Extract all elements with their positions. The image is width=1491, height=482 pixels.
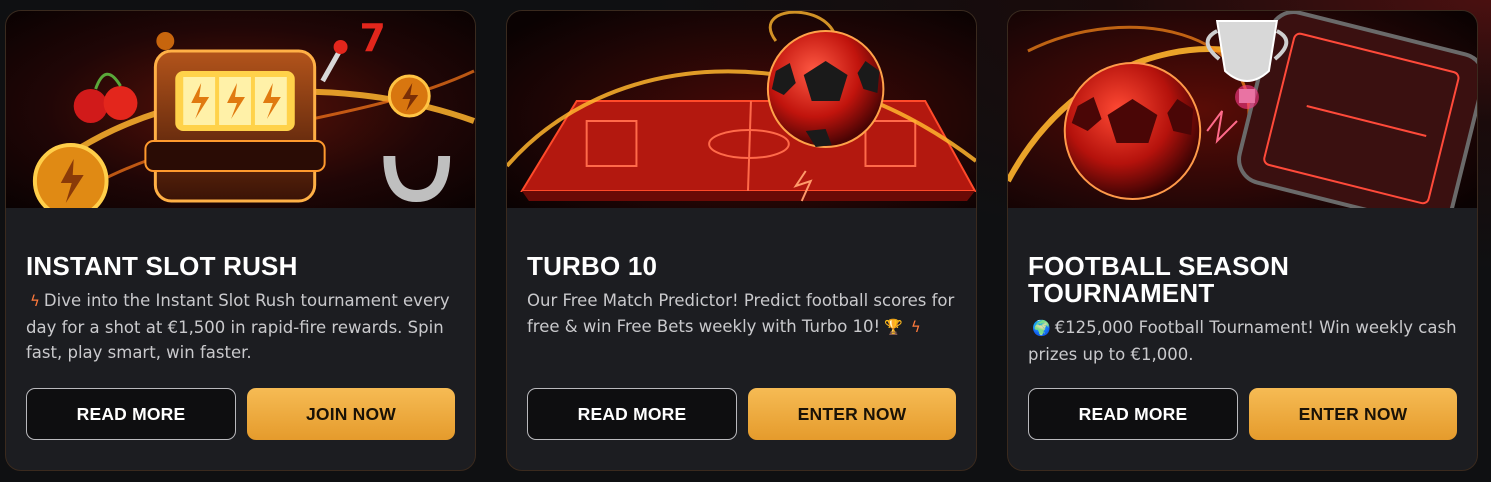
football-pitch-banner-image	[507, 11, 976, 208]
read-more-button[interactable]: READ MORE	[1028, 388, 1238, 440]
card-description: ϟ Dive into the Instant Slot Rush tournam…	[26, 288, 455, 366]
enter-now-button[interactable]: ENTER NOW	[1249, 388, 1457, 440]
enter-now-button[interactable]: ENTER NOW	[748, 388, 956, 440]
join-now-button[interactable]: JOIN NOW	[247, 388, 455, 440]
lightning-icon: ϟ	[30, 292, 40, 310]
promo-card-instant-slot-rush: 7 INSTANT SLOT RUSH ϟ Dive into the Insta…	[5, 10, 476, 471]
promo-card-turbo-10: TURBO 10 Our Free Match Predictor! Predi…	[506, 10, 977, 471]
football-trophy-banner-image	[1008, 11, 1477, 208]
promotions-row: 7 INSTANT SLOT RUSH ϟ Dive into the Insta…	[5, 10, 1478, 471]
card-title: TURBO 10	[527, 251, 658, 281]
globe-icon: 🌍	[1032, 319, 1051, 337]
promo-card-football-season-tournament: FOOTBALL SEASON TOURNAMENT 🌍 €125,000 Foo…	[1007, 10, 1478, 471]
card-title: FOOTBALL SEASON TOURNAMENT	[1028, 251, 1290, 308]
card-description-text: €125,000 Football Tournament! Win weekly…	[1028, 318, 1457, 364]
lightning-icon: ϟ	[910, 317, 921, 336]
read-more-button[interactable]: READ MORE	[26, 388, 236, 440]
card-actions: READ MORE ENTER NOW	[527, 388, 956, 440]
card-description: 🌍 €125,000 Football Tournament! Win weekl…	[1028, 315, 1457, 367]
svg-text:7: 7	[359, 16, 385, 60]
card-title: INSTANT SLOT RUSH	[26, 251, 298, 281]
card-description-text: Dive into the Instant Slot Rush tourname…	[26, 291, 450, 362]
trophy-icon: 🏆	[884, 317, 903, 336]
read-more-button[interactable]: READ MORE	[527, 388, 737, 440]
slot-machine-banner-image: 7	[6, 11, 475, 208]
card-description: Our Free Match Predictor! Predict footba…	[527, 288, 956, 340]
card-actions: READ MORE JOIN NOW	[26, 388, 455, 440]
card-actions: READ MORE ENTER NOW	[1028, 388, 1457, 440]
